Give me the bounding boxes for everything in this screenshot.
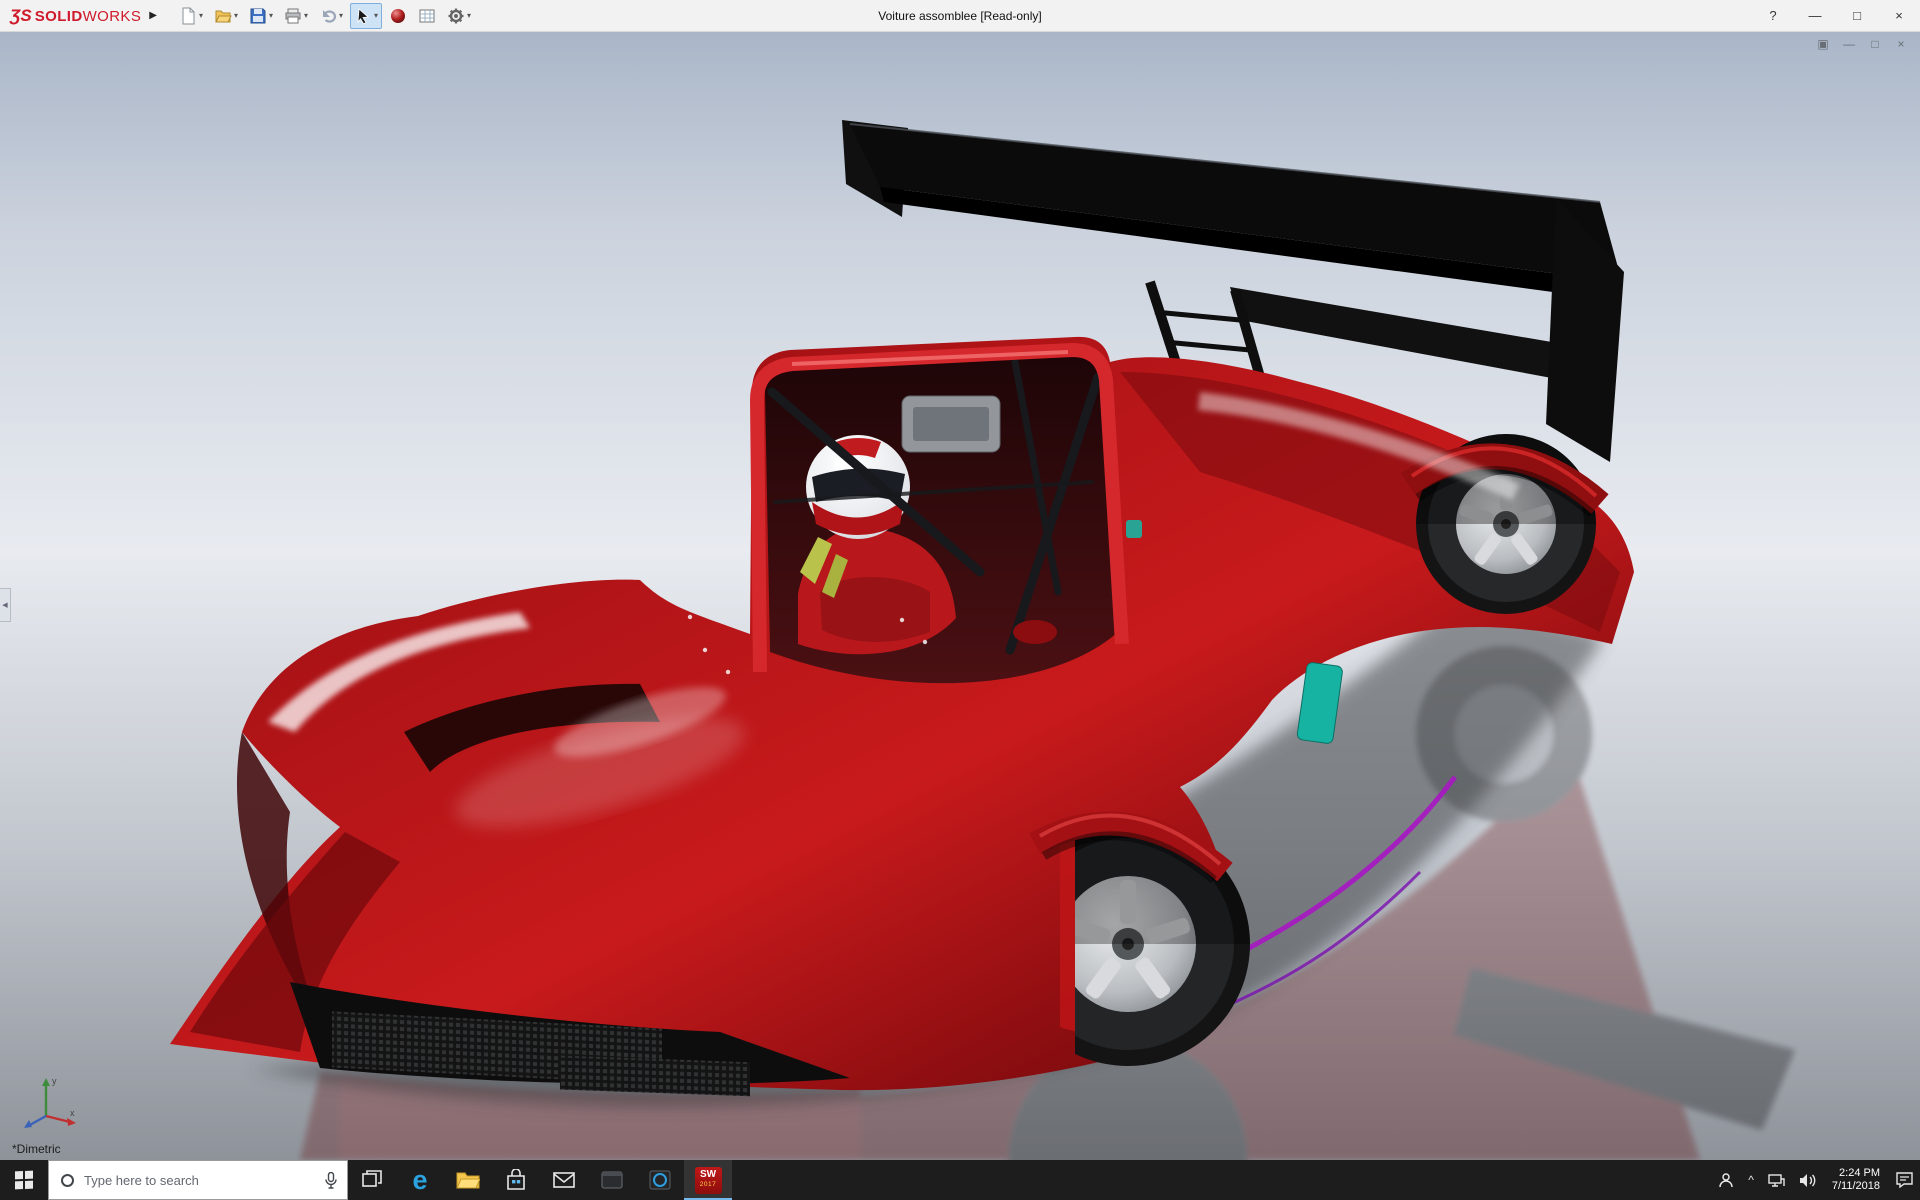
title-bar: ƷS SOLIDWORKS ▶ ▾ ▾ ▾ ▾ ▾ <box>0 0 1920 32</box>
solidworks-icon-label: SW <box>700 1170 716 1180</box>
brand-bold: SOLID <box>35 8 83 25</box>
start-button[interactable] <box>0 1160 48 1200</box>
window-controls: ? — □ × <box>1752 0 1920 31</box>
network-icon <box>1768 1173 1785 1188</box>
new-document-button[interactable]: ▾ <box>175 3 207 29</box>
taskbar: e <box>0 1160 1920 1200</box>
select-cursor-icon <box>354 7 372 25</box>
task-view-icon <box>362 1170 382 1190</box>
design-table-icon <box>418 7 436 25</box>
clock-time: 2:24 PM <box>1839 1167 1880 1180</box>
menu-flyout-arrow[interactable]: ▶ <box>145 10 169 21</box>
app-icon-store[interactable] <box>492 1160 540 1200</box>
edge-icon: e <box>412 1167 427 1194</box>
graphics-area[interactable]: ▣ — □ × ◀ <box>0 32 1920 1160</box>
volume-button[interactable] <box>1792 1160 1823 1200</box>
close-button[interactable]: × <box>1878 0 1920 31</box>
taskbar-clock[interactable]: 2:24 PM 7/11/2018 <box>1823 1160 1889 1200</box>
driver-helmet <box>806 435 910 539</box>
feature-tree-collapse-arrow[interactable]: ◀ <box>0 588 11 622</box>
brand-light: WORKS <box>83 8 142 25</box>
help-button[interactable]: ? <box>1752 0 1794 31</box>
car-3d-model[interactable] <box>0 32 1920 1160</box>
triad-x-label: x <box>70 1108 75 1118</box>
search-icon <box>61 1174 74 1187</box>
network-button[interactable] <box>1761 1160 1792 1200</box>
mail-icon <box>553 1172 575 1188</box>
action-center-button[interactable] <box>1889 1160 1920 1200</box>
store-icon <box>506 1169 526 1191</box>
cockpit-panel <box>902 396 1000 452</box>
hidden-icons-button[interactable]: ^ <box>1741 1160 1761 1200</box>
orientation-triad[interactable]: y x <box>22 1072 78 1130</box>
caret-down-icon: ▾ <box>374 12 378 20</box>
child-pane-button[interactable]: ▣ <box>1816 37 1830 51</box>
undo-button[interactable]: ▾ <box>315 3 347 29</box>
app-icon-edge[interactable]: e <box>396 1160 444 1200</box>
media-player-icon <box>649 1170 671 1190</box>
side-mirror <box>1013 620 1057 644</box>
quick-access-toolbar: ▾ ▾ ▾ ▾ ▾ ▾ <box>169 3 475 29</box>
design-table-button[interactable] <box>414 3 440 29</box>
child-restore-button[interactable]: □ <box>1868 37 1882 51</box>
restore-button[interactable]: □ <box>1836 0 1878 31</box>
console-icon <box>601 1171 623 1189</box>
file-explorer-icon <box>456 1170 480 1190</box>
solidworks-icon: SW 2017 <box>695 1167 722 1194</box>
taskbar-search[interactable] <box>48 1160 348 1200</box>
app-icon-mail[interactable] <box>540 1160 588 1200</box>
print-button[interactable]: ▾ <box>280 3 312 29</box>
app-icon-media-player[interactable] <box>636 1160 684 1200</box>
action-center-icon <box>1896 1172 1913 1188</box>
caret-down-icon: ▾ <box>234 12 238 20</box>
solidworks-logo: ƷS SOLIDWORKS <box>0 6 145 26</box>
child-close-button[interactable]: × <box>1894 37 1908 51</box>
cockpit[interactable] <box>757 350 1122 683</box>
system-tray: ^ 2:24 PM 7/11/2018 <box>1711 1160 1920 1200</box>
print-icon <box>284 7 302 25</box>
caret-down-icon: ▾ <box>467 12 471 20</box>
save-icon <box>249 7 267 25</box>
gear-icon <box>447 7 465 25</box>
task-view-button[interactable] <box>348 1160 396 1200</box>
caret-down-icon: ▾ <box>339 12 343 20</box>
open-button[interactable]: ▾ <box>210 3 242 29</box>
search-input[interactable] <box>82 1172 315 1189</box>
people-icon <box>1718 1172 1734 1188</box>
caret-down-icon: ▾ <box>269 12 273 20</box>
save-button[interactable]: ▾ <box>245 3 277 29</box>
caret-down-icon: ▾ <box>199 12 203 20</box>
windows-logo-icon <box>15 1171 33 1190</box>
app-icon-solidworks[interactable]: SW 2017 <box>684 1160 732 1200</box>
brand-name: SOLIDWORKS <box>35 8 142 25</box>
minimize-button[interactable]: — <box>1794 0 1836 31</box>
people-button[interactable] <box>1711 1160 1741 1200</box>
options-button[interactable]: ▾ <box>443 3 475 29</box>
solidworks-window: ƷS SOLIDWORKS ▶ ▾ ▾ ▾ ▾ ▾ <box>0 0 1920 1200</box>
undo-icon <box>319 7 337 25</box>
microphone-icon[interactable] <box>325 1172 337 1189</box>
child-minimize-button[interactable]: — <box>1842 37 1856 51</box>
app-icon-file-explorer[interactable] <box>444 1160 492 1200</box>
triad-y-label: y <box>52 1076 57 1086</box>
appearance-sphere-icon <box>389 7 407 25</box>
appearance-button[interactable] <box>385 3 411 29</box>
clock-date: 7/11/2018 <box>1832 1180 1880 1193</box>
caret-down-icon: ▾ <box>304 12 308 20</box>
select-button[interactable]: ▾ <box>350 3 382 29</box>
new-document-icon <box>179 7 197 25</box>
speaker-icon <box>1799 1173 1816 1188</box>
app-icon-console[interactable] <box>588 1160 636 1200</box>
child-window-controls: ▣ — □ × <box>1816 37 1908 51</box>
solidworks-icon-year: 2017 <box>700 1180 716 1190</box>
dassault-3ds-mark-icon: ƷS <box>10 6 32 26</box>
open-folder-icon <box>214 7 232 25</box>
view-orientation-label: *Dimetric <box>12 1142 61 1156</box>
